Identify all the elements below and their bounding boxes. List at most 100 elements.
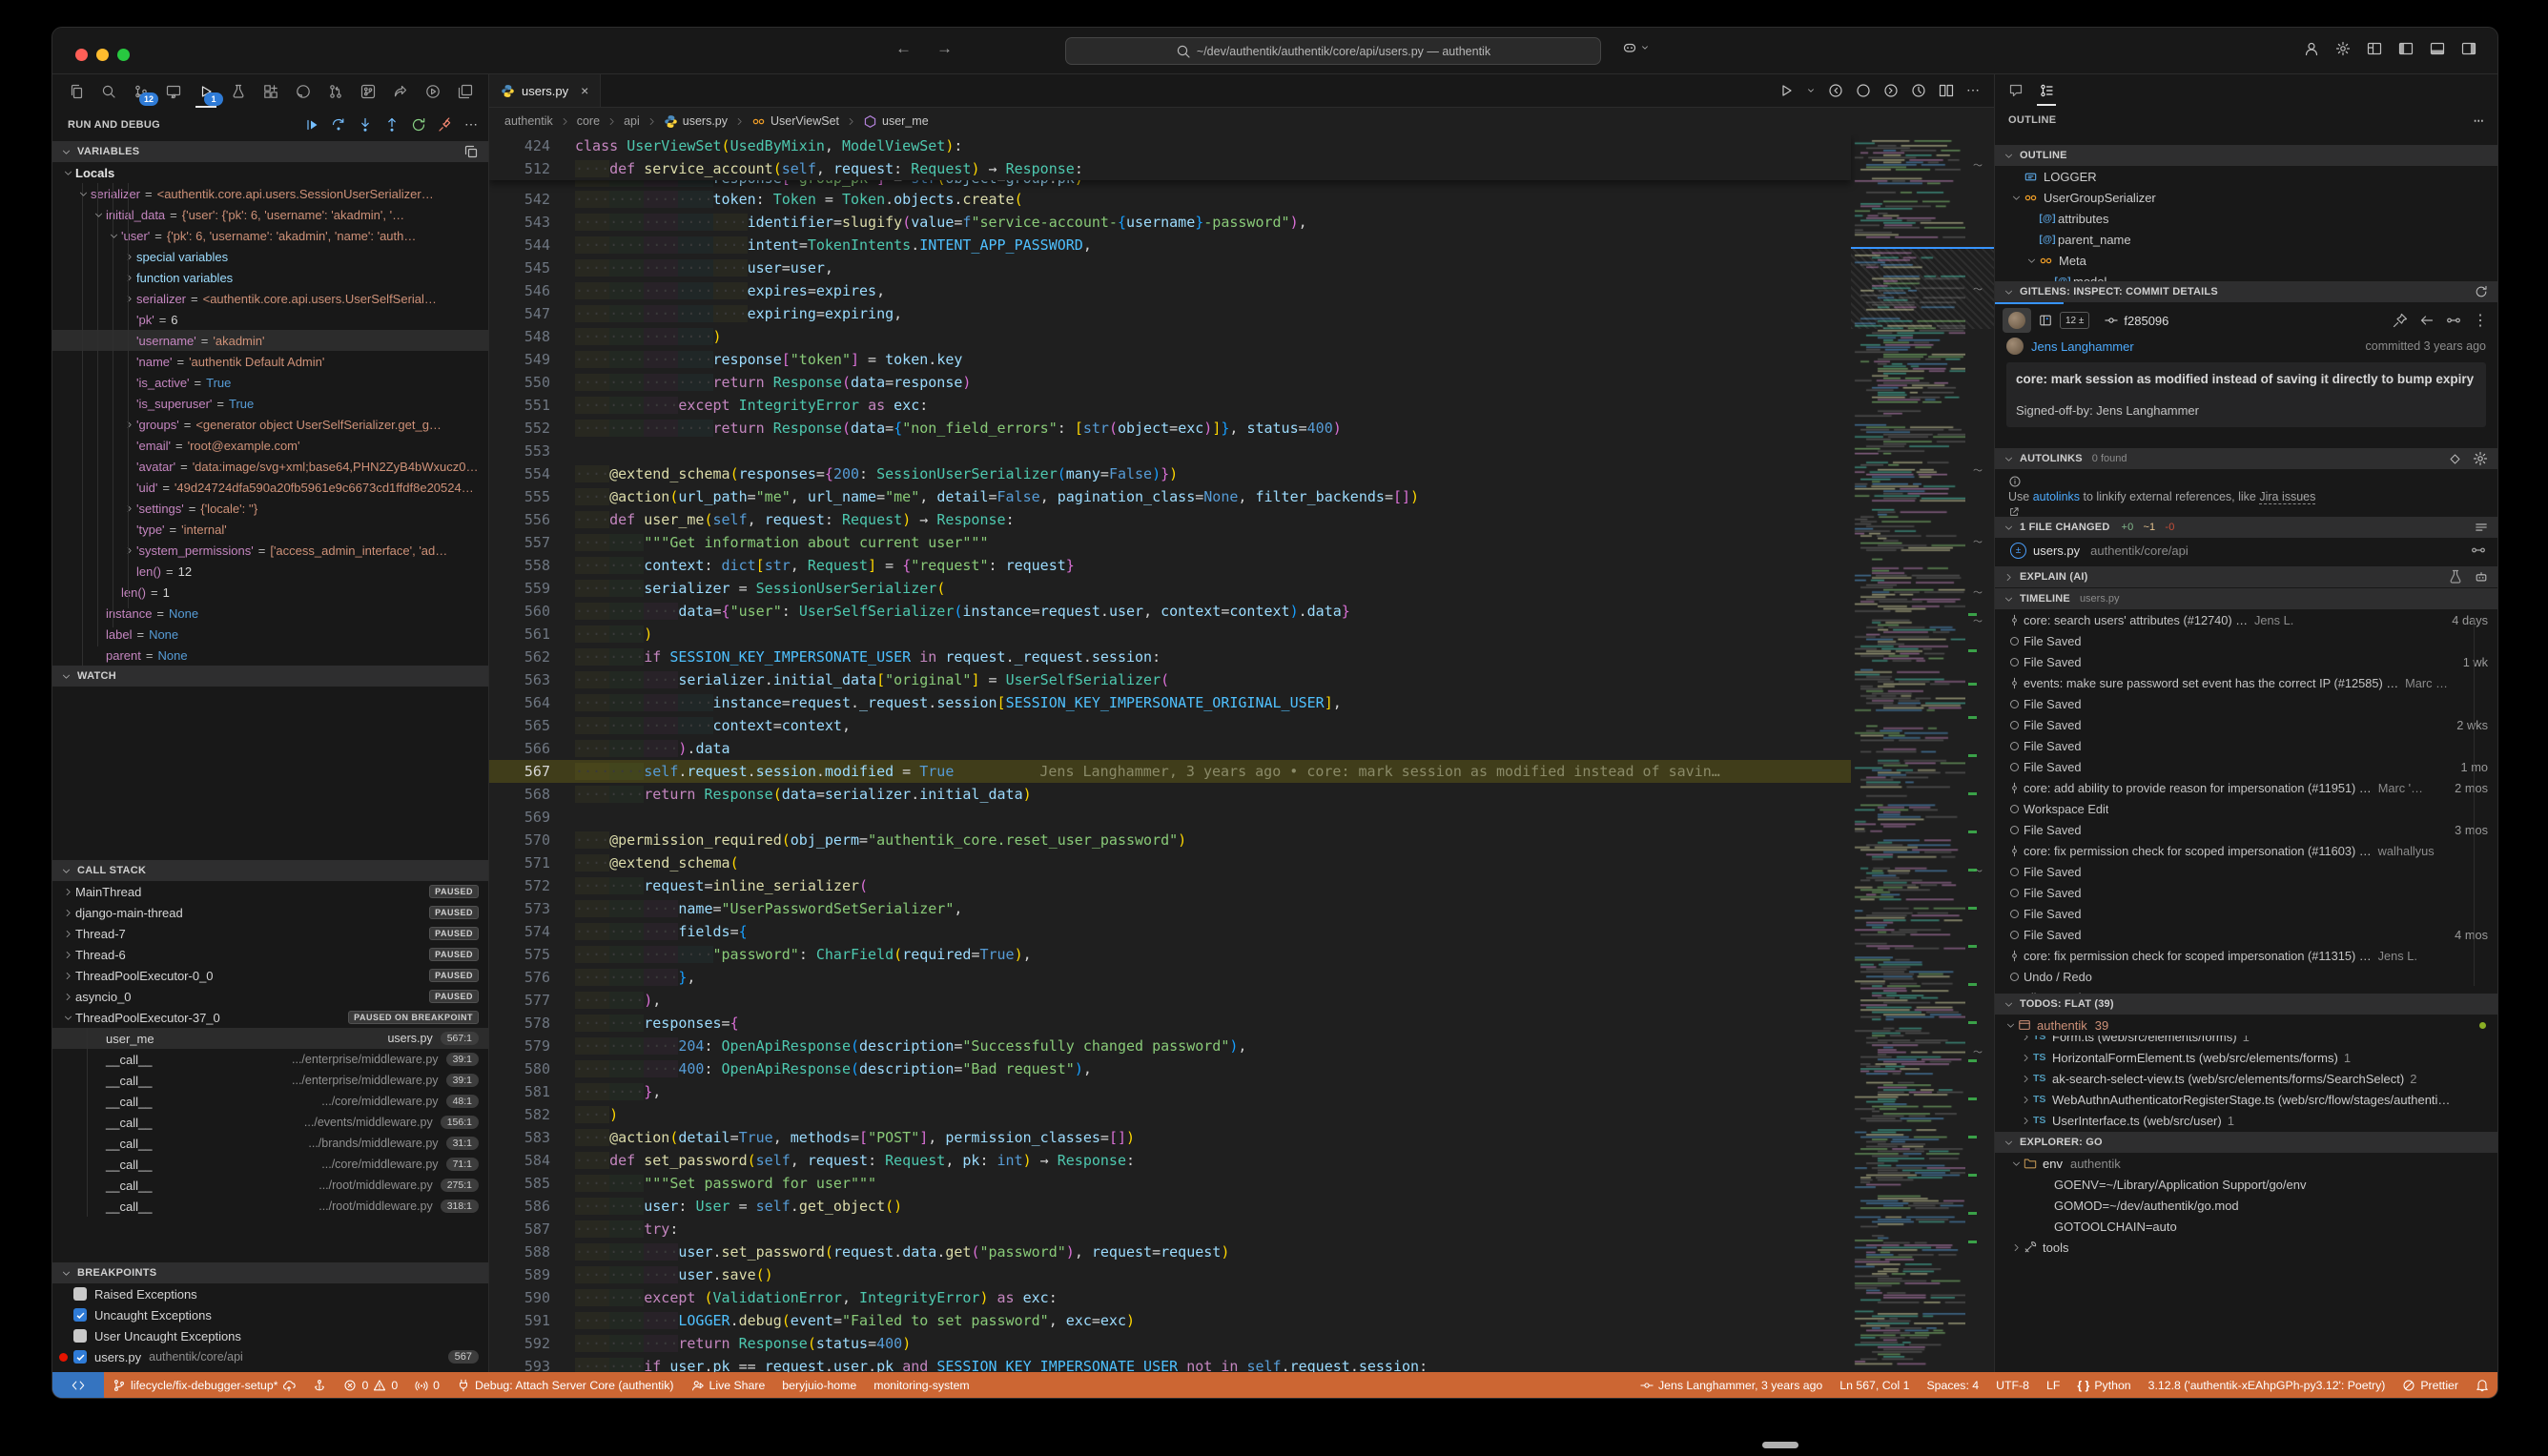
todo-file-row[interactable]: TSUserInterface.ts (web/src/user)1: [1995, 1110, 2497, 1131]
timeline-item[interactable]: File Saved: [1995, 903, 2497, 924]
statusbar-indentation[interactable]: Spaces: 4: [1918, 1372, 1987, 1399]
line-number[interactable]: 563: [489, 668, 550, 691]
line-number[interactable]: 589: [489, 1263, 550, 1286]
timeline-item[interactable]: File Saved: [1995, 630, 2497, 651]
activity-testing-icon[interactable]: [224, 77, 253, 106]
line-number[interactable]: 593: [489, 1355, 550, 1372]
line-number[interactable]: 544: [489, 234, 550, 256]
breadcrumb-item[interactable]: api: [624, 114, 640, 128]
chevron-collapsed-icon[interactable]: [2018, 1053, 2033, 1063]
line-number[interactable]: 588: [489, 1241, 550, 1263]
code-line[interactable]: 553: [489, 440, 1851, 462]
line-number[interactable]: 580: [489, 1057, 550, 1080]
line-number[interactable]: 575: [489, 943, 550, 966]
line-number[interactable]: 571: [489, 851, 550, 874]
chevron-collapsed-icon[interactable]: [2018, 1074, 2033, 1084]
statusbar-ports[interactable]: 0: [406, 1372, 448, 1399]
timeline-item[interactable]: core: fix permission check for scoped im…: [1995, 945, 2497, 966]
changed-file-row[interactable]: ± users.py authentik/core/api: [1995, 540, 2497, 561]
code-line[interactable]: 562········if SESSION_KEY_IMPERSONATE_US…: [489, 646, 1851, 668]
code-line[interactable]: 573············name="UserPasswordSetSeri…: [489, 897, 1851, 920]
code-editor[interactable]: 542················token: Token = Token.…: [489, 134, 1994, 1372]
stack-frame-row[interactable]: __call__.../core/middleware.py48:1: [52, 1091, 488, 1112]
line-number[interactable]: 545: [489, 256, 550, 279]
code-line[interactable]: 543····················identifier=slugif…: [489, 211, 1851, 234]
profile-icon[interactable]: [1911, 83, 1926, 98]
variable-row[interactable]: parent=None: [52, 645, 488, 666]
chevron-collapsed-icon[interactable]: [2001, 572, 2016, 583]
stack-frame-row[interactable]: user_meusers.py567:1: [52, 1028, 488, 1049]
watch-section-header[interactable]: WATCH: [52, 666, 488, 687]
timeline-item[interactable]: File Saved: [1995, 987, 2497, 994]
statusbar-prettier[interactable]: Prettier: [2394, 1372, 2467, 1399]
chevron-expanded-icon[interactable]: [58, 866, 73, 876]
timeline-item[interactable]: core: add ability to provide reason for …: [1995, 777, 2497, 798]
stack-frame-row[interactable]: __call__.../root/middleware.py275:1: [52, 1175, 488, 1196]
chevron-expanded-icon[interactable]: [106, 231, 121, 241]
activity-run-tasks-icon[interactable]: [419, 77, 447, 106]
chevron-expanded-icon[interactable]: [2001, 454, 2016, 464]
chevron-expanded-icon[interactable]: [2001, 523, 2016, 533]
code-line[interactable]: ················response["group_pk"] = s…: [489, 180, 1851, 188]
code-line[interactable]: 424class UserViewSet(UsedByMixin, ModelV…: [489, 134, 1851, 157]
chevron-expanded-icon[interactable]: [2001, 1138, 2016, 1148]
call-stack-section-header[interactable]: CALL STACK: [52, 860, 488, 881]
chevron-expanded-icon[interactable]: [2024, 256, 2039, 266]
statusbar-gitlens-anchor[interactable]: [304, 1372, 335, 1399]
line-number[interactable]: 574: [489, 920, 550, 943]
compare-icon[interactable]: [2446, 313, 2461, 328]
outline-row[interactable]: Meta: [1995, 250, 2497, 271]
todos-section-header[interactable]: TODOS: FLAT (39): [1995, 994, 2497, 1015]
timeline-item[interactable]: File Saved: [1995, 735, 2497, 756]
chevron-collapsed-icon[interactable]: [121, 294, 136, 304]
toggle-secondary-sidebar-icon[interactable]: [2461, 41, 2476, 56]
timeline-item[interactable]: File Saved: [1995, 882, 2497, 903]
code-line[interactable]: 591············LOGGER.debug(event="Faile…: [489, 1309, 1851, 1332]
code-line[interactable]: 554····@extend_schema(responses={200: Se…: [489, 462, 1851, 485]
code-line[interactable]: 570····@permission_required(obj_perm="au…: [489, 829, 1851, 851]
refresh-icon[interactable]: [2475, 285, 2488, 298]
statusbar-beryjuio-home[interactable]: beryjuio-home: [773, 1372, 865, 1399]
timeline-item[interactable]: File Saved3 mos: [1995, 819, 2497, 840]
statusbar-eol[interactable]: LF: [2038, 1372, 2068, 1399]
code-line[interactable]: 578········responses={: [489, 1012, 1851, 1035]
line-number[interactable]: 543: [489, 211, 550, 234]
line-number[interactable]: 560: [489, 600, 550, 623]
breadcrumb-item[interactable]: authentik: [504, 114, 553, 128]
more-button[interactable]: ⋯: [464, 116, 479, 133]
line-number[interactable]: 559: [489, 577, 550, 600]
autolinks-add-icon[interactable]: [2449, 453, 2461, 465]
toggle-primary-sidebar-icon[interactable]: [2398, 41, 2414, 56]
activity-explorer-icon[interactable]: [62, 77, 91, 106]
line-number[interactable]: 549: [489, 348, 550, 371]
variable-row[interactable]: len()=1: [52, 582, 488, 603]
activity-remote-explorer-icon[interactable]: [159, 77, 188, 106]
chevron-expanded-icon[interactable]: [58, 1268, 73, 1279]
code-line[interactable]: 576············},: [489, 966, 1851, 989]
breadcrumb-item[interactable]: user_me: [863, 114, 929, 129]
timeline-item[interactable]: File Saved: [1995, 693, 2497, 714]
activity-source-control-icon[interactable]: 12: [127, 77, 155, 106]
chevron-collapsed-icon[interactable]: [60, 950, 75, 960]
line-number[interactable]: 573: [489, 897, 550, 920]
chevron-collapsed-icon[interactable]: [121, 503, 136, 514]
code-line[interactable]: 575················"password": CharField…: [489, 943, 1851, 966]
code-line[interactable]: 574············fields={: [489, 920, 1851, 943]
command-center-search[interactable]: ~/dev/authentik/authentik/core/api/users…: [1065, 37, 1601, 65]
chevron-collapsed-icon[interactable]: [60, 908, 75, 918]
chevron-expanded-icon[interactable]: [91, 210, 106, 220]
code-line[interactable]: 585········"""Set password for user""": [489, 1172, 1851, 1195]
line-number[interactable]: 550: [489, 371, 550, 394]
code-line[interactable]: 542················token: Token = Token.…: [489, 188, 1851, 211]
breakpoint-row[interactable]: users.pyauthentik/core/api567: [52, 1346, 488, 1367]
code-line[interactable]: 558········context: dict[str, Request] =…: [489, 554, 1851, 577]
chevron-collapsed-icon[interactable]: [60, 971, 75, 981]
variable-row[interactable]: serializer=<authentik.core.api.users.Use…: [52, 288, 488, 309]
code-line[interactable]: 593········if user.pk == request.user.pk…: [489, 1355, 1851, 1372]
code-line[interactable]: 571····@extend_schema(: [489, 851, 1851, 874]
line-number[interactable]: 592: [489, 1332, 550, 1355]
chevron-collapsed-icon[interactable]: [60, 929, 75, 939]
thread-row[interactable]: django-main-threadPAUSED: [52, 902, 488, 923]
breakpoint-checkbox[interactable]: [73, 1350, 87, 1364]
chevron-expanded-icon[interactable]: [2001, 151, 2016, 161]
